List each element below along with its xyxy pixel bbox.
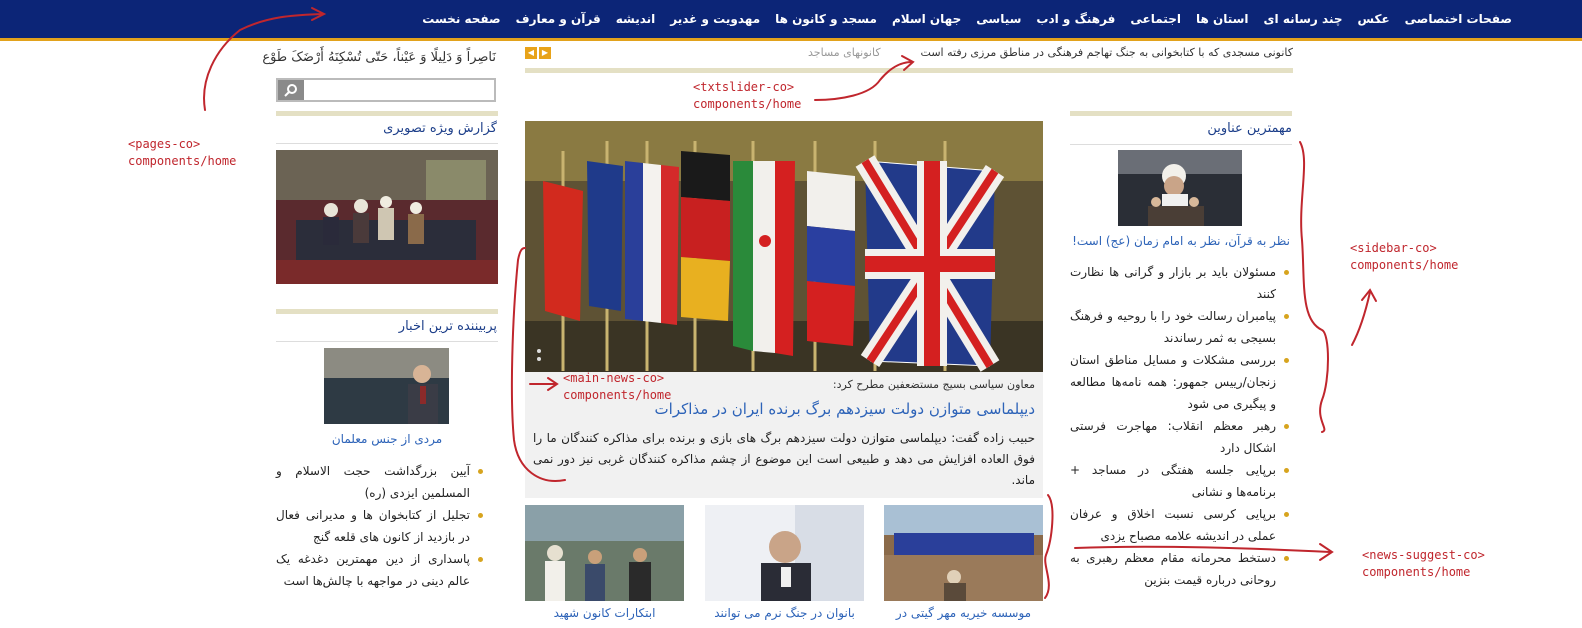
ticker-headline[interactable]: کانونی مسجدی که با کتابخوانی به جنگ تهاج…	[921, 46, 1293, 59]
annotation-txtslider-co: <txtslider-co> components/home	[693, 80, 802, 111]
ticker-category[interactable]: کانونهای مساجد	[808, 46, 881, 59]
news-ticker: ◀ ▶ کانونهای مساجد کانونی مسجدی که با کت…	[525, 42, 1293, 73]
popular-news-list: آیین بزرگداشت حجت الاسلام و المسلمین ایز…	[276, 460, 484, 592]
annotation-sidebar-co: <sidebar-co> components/home	[1350, 241, 1459, 272]
ticker-next-icon[interactable]: ▶	[539, 47, 551, 59]
search-button[interactable]	[278, 80, 304, 100]
section-rule	[276, 143, 498, 144]
sidebar-image[interactable]	[1118, 150, 1242, 226]
popular-news-item[interactable]: آیین بزرگداشت حجت الاسلام و المسلمین ایز…	[276, 460, 484, 504]
suggest-thumb-2[interactable]	[705, 505, 864, 601]
popular-news-title[interactable]: پربیننده ترین اخبار	[399, 319, 497, 334]
main-news-title[interactable]: دیپلماسی متوازن دولت سیزدهم برگ برنده ای…	[655, 400, 1035, 418]
section-rule	[276, 341, 498, 342]
search-input[interactable]	[276, 78, 496, 102]
suggest-thumb-3-title[interactable]: ابتکارات کانون شهید	[525, 606, 684, 620]
sidebar-news-item[interactable]: رهبر معظم انقلاب: مهاجرت فرستی اشکال دار…	[1070, 415, 1290, 459]
nav-item-7[interactable]: فرهنگ و ادب	[1036, 12, 1115, 26]
sidebar-news-item[interactable]: بررسی مشکلات و مسایل مناطق استان زنجان/ر…	[1070, 349, 1290, 415]
nav-item-4[interactable]: مسجد و کانون ها	[775, 12, 877, 26]
suggest-thumb-1[interactable]	[884, 505, 1043, 601]
main-news-lead: معاون سیاسی بسیج مستضعفین مطرح کرد:	[832, 378, 1035, 391]
photo-report-image[interactable]	[276, 150, 498, 284]
popular-news-caption[interactable]: مردی از جنس معلمان	[276, 432, 498, 446]
nav-item-6[interactable]: سیاسی	[976, 12, 1021, 26]
photo-report-title[interactable]: گزارش ویژه تصویری	[383, 121, 497, 136]
nav-item-0[interactable]: صفحه نخست	[422, 12, 500, 26]
nav-item-10[interactable]: چند رسانه ای	[1264, 12, 1343, 26]
suggest-thumb-3[interactable]	[525, 505, 684, 601]
sidebar-caption[interactable]: نظر به قرآن، نظر به امام زمان (عج) است!	[1070, 234, 1292, 248]
annotation-news-suggest-co: <news-suggest-co> components/home	[1362, 548, 1485, 579]
popular-news-image[interactable]	[324, 348, 449, 424]
section-divider	[1070, 111, 1292, 116]
nav-item-8[interactable]: اجتماعی	[1130, 12, 1181, 26]
sidebar-news-list: مسئولان باید بر بازار و گرانی ها نظارت ک…	[1070, 261, 1290, 591]
annotation-pages-co: <pages-co> components/home	[128, 137, 237, 168]
popular-news-item[interactable]: تجلیل از کتابخوان ها و مدیرانی فعال در ب…	[276, 504, 484, 548]
top-navigation-bar: صفحه نخست قرآن و معارف اندیشه مهدویت و غدیر…	[0, 0, 1582, 41]
popular-news-item[interactable]: پاسداری از دین مهمترین دغدغه یک عالم دین…	[276, 548, 484, 592]
ticker-controls: ◀ ▶	[525, 47, 551, 59]
nav-item-12[interactable]: صفحات اختصاصی	[1405, 12, 1512, 26]
ticker-prev-icon[interactable]: ◀	[525, 47, 537, 59]
sidebar-news-item[interactable]: برپایی کرسی نسبت اخلاق و عرفان عملی در ا…	[1070, 503, 1290, 547]
section-divider	[276, 111, 498, 116]
section-divider	[276, 309, 498, 314]
annotation-main-news-co: <main-news-co> components/home	[563, 371, 672, 402]
sidebar-news-item[interactable]: مسئولان باید بر بازار و گرانی ها نظارت ک…	[1070, 261, 1290, 305]
main-news-image[interactable]	[525, 121, 1043, 372]
prayer-text: نَاصِراً وَ دَلِیلًا وَ عَیْناً، حَتّی ت…	[262, 50, 496, 65]
sidebar-news-item[interactable]: برپایی جلسه هفتگی در مساجد + برنامه‌ها و…	[1070, 459, 1290, 503]
search-icon	[284, 84, 297, 97]
nav-item-9[interactable]: استان ها	[1196, 12, 1249, 26]
main-news-body: حبیب زاده گفت: دیپلماسی متوازن دولت سیزد…	[533, 431, 1035, 487]
suggest-thumb-2-title[interactable]: بانوان در جنگ نرم می توانند	[705, 606, 864, 620]
sidebar-news-item[interactable]: پیامبران رسالت خود را با روحیه و فرهنگ ب…	[1070, 305, 1290, 349]
sidebar-news-item[interactable]: دستخط محرمانه مقام معظم رهبری به روحانی …	[1070, 547, 1290, 591]
nav-item-3[interactable]: مهدویت و غدیر	[670, 12, 760, 26]
sidebar-title[interactable]: مهمترین عناوین	[1207, 121, 1292, 136]
suggest-thumb-1-title[interactable]: موسسه خیریه مهر گیتی در	[884, 606, 1043, 620]
section-rule	[1070, 144, 1292, 145]
nav-item-11[interactable]: عکس	[1358, 12, 1390, 26]
nav-menu: صفحه نخست قرآن و معارف اندیشه مهدویت و غدیر…	[422, 0, 1512, 38]
nav-item-1[interactable]: قرآن و معارف	[516, 12, 601, 26]
nav-item-5[interactable]: جهان اسلام	[892, 12, 961, 26]
nav-item-2[interactable]: اندیشه	[616, 12, 656, 26]
